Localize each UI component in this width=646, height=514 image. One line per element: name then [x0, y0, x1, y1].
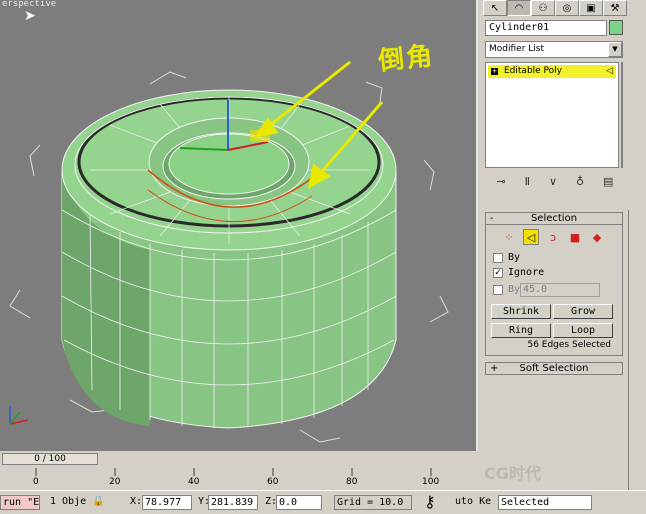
panel-scrollbar[interactable]: [628, 210, 638, 490]
time-slider[interactable]: 0 / 100: [2, 453, 98, 465]
modifier-stack[interactable]: + Editable Poly ◁: [485, 62, 619, 168]
stack-item-label: Editable Poly: [504, 66, 562, 76]
shrink-button[interactable]: Shrink: [491, 304, 551, 319]
stack-scrollbar[interactable]: [621, 62, 623, 168]
stack-item-editable-poly[interactable]: + Editable Poly ◁: [488, 65, 616, 78]
z-coordinate-field[interactable]: 0.0: [276, 495, 322, 510]
motion-tab-icon[interactable]: ◎: [555, 0, 579, 16]
chamfer-annotation: 倒角: [376, 41, 436, 77]
angle-spinner[interactable]: 45.0: [520, 283, 600, 297]
remove-modifier-icon[interactable]: ♁: [576, 175, 584, 188]
x-coordinate-field[interactable]: 78.977: [142, 495, 192, 510]
x-label: X:: [130, 496, 143, 507]
command-tabs: ↖ ◠ ⚇ ◎ ▣ ⚒: [483, 0, 633, 16]
chevron-down-icon[interactable]: ▼: [608, 42, 622, 57]
auto-key-button[interactable]: uto Ke: [455, 496, 491, 507]
object-name-field[interactable]: Cylinder01: [485, 20, 607, 36]
pin-stack-icon[interactable]: ⊸: [496, 175, 505, 188]
selection-set-dropdown[interactable]: Selected: [498, 495, 592, 510]
expand-sign: +: [490, 363, 499, 374]
stack-toolbar: ⊸ Ⅱ ∨ ♁ ▤: [487, 172, 623, 190]
by-angle-label: By: [508, 284, 521, 295]
modifier-list-dropdown[interactable]: Modifier List ▼: [485, 41, 623, 58]
by-vertex-label: By: [508, 252, 521, 263]
tick-label: 100: [422, 477, 440, 487]
tick-label: 80: [346, 477, 358, 487]
selection-count: 1 Obje: [50, 496, 87, 507]
by-vertex-checkbox[interactable]: [493, 253, 503, 263]
ignore-backfacing-label: Ignore: [508, 267, 545, 278]
key-icon[interactable]: ⚷: [424, 492, 436, 511]
watermark: CG时代: [484, 464, 541, 483]
mouse-cursor-icon: ➤: [24, 8, 36, 24]
create-tab-icon[interactable]: ↖: [483, 0, 507, 16]
track-bar[interactable]: 0 20 40 60 80 100: [0, 466, 478, 490]
utilities-tab-icon[interactable]: ⚒: [603, 0, 627, 16]
perspective-viewport[interactable]: erspective 倒角 ➤: [0, 0, 478, 451]
object-color-swatch[interactable]: [609, 20, 623, 35]
grow-button[interactable]: Grow: [553, 304, 613, 319]
border-icon[interactable]: ↄ: [545, 229, 561, 245]
by-angle-checkbox[interactable]: [493, 285, 503, 295]
modifier-list-label: Modifier List: [489, 44, 544, 54]
hierarchy-tab-icon[interactable]: ⚇: [531, 0, 555, 16]
status-bar: run "E 1 Obje 🔒 X: 78.977 Y: 281.839 Z: …: [0, 490, 646, 514]
tick-label: 60: [267, 477, 279, 487]
display-tab-icon[interactable]: ▣: [579, 0, 603, 16]
tick-label: 20: [109, 477, 121, 487]
time-slider-bar: 0 / 100: [0, 452, 478, 466]
edge-icon[interactable]: ◁: [523, 229, 539, 245]
command-panel: ↖ ◠ ⚇ ◎ ▣ ⚒ Cylinder01 Modifier List ▼ +…: [481, 0, 646, 492]
y-coordinate-field[interactable]: 281.839: [208, 495, 258, 510]
track-ticks: [35, 468, 432, 476]
ring-button[interactable]: Ring: [491, 323, 551, 338]
ignore-backfacing-checkbox[interactable]: ✓: [493, 268, 503, 278]
polygon-icon[interactable]: ■: [567, 229, 583, 245]
edge-subobject-icon: ◁: [606, 66, 613, 76]
selection-status: 56 Edges Selected: [527, 340, 611, 350]
tick-label: 40: [188, 477, 200, 487]
modify-tab-icon[interactable]: ◠: [507, 0, 531, 16]
grid-size-display: Grid = 10.0: [334, 495, 412, 510]
axis-tripod: [9, 406, 29, 425]
element-icon[interactable]: ◆: [589, 229, 605, 245]
subobject-level-buttons: ⁘ ◁ ↄ ■ ◆: [501, 228, 611, 246]
vertex-icon[interactable]: ⁘: [501, 229, 517, 245]
loop-button[interactable]: Loop: [553, 323, 613, 338]
configure-modifier-sets-icon[interactable]: ▤: [603, 175, 613, 188]
maxscript-listener[interactable]: run "E: [0, 495, 40, 510]
lock-icon[interactable]: 🔒: [92, 496, 104, 507]
soft-selection-rollout-header[interactable]: + Soft Selection: [485, 362, 623, 375]
tick-label: 0: [33, 477, 39, 487]
make-unique-icon[interactable]: ∨: [549, 175, 557, 188]
show-end-result-icon[interactable]: Ⅱ: [525, 175, 530, 188]
expand-icon[interactable]: +: [491, 68, 498, 75]
soft-selection-title: Soft Selection: [519, 363, 589, 374]
